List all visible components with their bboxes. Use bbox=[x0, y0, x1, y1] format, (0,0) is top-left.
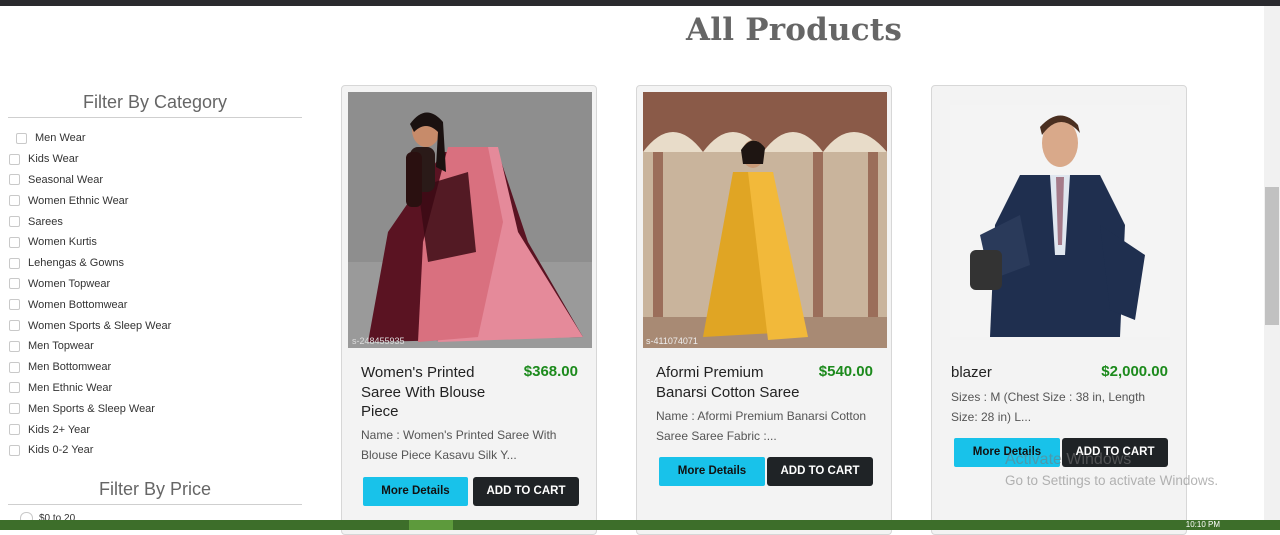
product-description: Sizes : M (Chest Size : 38 in, Length Si… bbox=[951, 390, 1146, 424]
product-image-saree-pink[interactable]: s-248455935 bbox=[348, 92, 592, 348]
category-label: Seasonal Wear bbox=[28, 173, 104, 186]
category-label: Lehengas & Gowns bbox=[28, 257, 125, 270]
product-price: $368.00 bbox=[523, 363, 578, 380]
add-to-cart-button[interactable]: ADD TO CART bbox=[473, 477, 579, 506]
product-image-blazer[interactable] bbox=[950, 105, 1170, 337]
category-checkbox[interactable] bbox=[9, 299, 20, 311]
category-option[interactable]: Kids 0-2 Year bbox=[9, 440, 171, 461]
category-checkbox[interactable] bbox=[16, 132, 27, 144]
product-description: Name : Women's Printed Saree With Blouse… bbox=[361, 428, 557, 462]
category-checkbox[interactable] bbox=[9, 320, 20, 332]
filter-price-title: Filter By Price bbox=[8, 479, 302, 505]
category-checkbox[interactable] bbox=[9, 340, 20, 352]
product-card: s-411074071 Aformi Premium Banarsi Cotto… bbox=[636, 85, 892, 535]
category-option[interactable]: Men Wear bbox=[9, 128, 171, 149]
category-checkbox[interactable] bbox=[9, 216, 20, 228]
category-option[interactable]: Women Topwear bbox=[9, 274, 171, 295]
category-checkbox[interactable] bbox=[9, 236, 20, 248]
activation-watermark-title: Activate Windows bbox=[1005, 451, 1132, 468]
taskbar-clock: 10:10 PM bbox=[1185, 520, 1220, 529]
category-label: Kids 0-2 Year bbox=[28, 444, 94, 457]
more-details-button[interactable]: More Details bbox=[659, 457, 765, 486]
saree-pink-caption: s-248455935 bbox=[352, 336, 405, 346]
scrollbar-thumb[interactable] bbox=[1265, 187, 1279, 325]
page-title: All Products bbox=[686, 12, 902, 48]
category-option[interactable]: Women Bottomwear bbox=[9, 294, 171, 315]
category-option[interactable]: Sarees bbox=[9, 211, 171, 232]
category-option[interactable]: Women Sports & Sleep Wear bbox=[9, 315, 171, 336]
category-option[interactable]: Women Ethnic Wear bbox=[9, 190, 171, 211]
product-name: Women's Printed Saree With Blouse Piece bbox=[361, 364, 486, 420]
category-option[interactable]: Men Ethnic Wear bbox=[9, 378, 171, 399]
category-checkbox[interactable] bbox=[9, 195, 20, 207]
category-checkbox[interactable] bbox=[9, 257, 20, 269]
category-label: Men Bottomwear bbox=[28, 361, 112, 374]
os-taskbar: 10:10 PM bbox=[0, 520, 1280, 530]
category-option[interactable]: Women Kurtis bbox=[9, 232, 171, 253]
category-checkbox[interactable] bbox=[9, 361, 20, 373]
product-card: s-248455935 Women's Printed Saree With B… bbox=[341, 85, 597, 535]
category-option[interactable]: Men Sports & Sleep Wear bbox=[9, 398, 171, 419]
category-option[interactable]: Seasonal Wear bbox=[9, 170, 171, 191]
category-label: Women Topwear bbox=[28, 277, 111, 290]
category-list: Men Wear Kids Wear Seasonal Wear Women Ethn… bbox=[9, 128, 171, 461]
more-details-button[interactable]: More Details bbox=[363, 477, 468, 506]
category-option[interactable]: Men Topwear bbox=[9, 336, 171, 357]
product-image-saree-yellow[interactable]: s-411074071 bbox=[643, 92, 887, 348]
add-to-cart-button[interactable]: ADD TO CART bbox=[767, 457, 873, 486]
taskbar-active-app[interactable] bbox=[409, 520, 453, 530]
category-option[interactable]: Men Bottomwear bbox=[9, 357, 171, 378]
category-label: Sarees bbox=[28, 215, 63, 228]
category-label: Men Wear bbox=[35, 132, 86, 145]
category-label: Women Sports & Sleep Wear bbox=[28, 319, 172, 332]
category-label: Men Sports & Sleep Wear bbox=[28, 402, 155, 415]
category-label: Women Bottomwear bbox=[28, 298, 128, 311]
category-label: Kids 2+ Year bbox=[28, 423, 91, 436]
category-checkbox[interactable] bbox=[9, 278, 20, 290]
product-price: $540.00 bbox=[818, 363, 873, 380]
category-checkbox[interactable] bbox=[9, 403, 20, 415]
product-price: $2,000.00 bbox=[1101, 363, 1168, 380]
saree-yellow-picture: s-411074071 bbox=[643, 92, 887, 348]
category-label: Women Ethnic Wear bbox=[28, 194, 129, 207]
product-description: Name : Aformi Premium Banarsi Cotton Sar… bbox=[656, 409, 867, 443]
category-label: Kids Wear bbox=[28, 153, 79, 166]
product-name: blazer bbox=[951, 364, 992, 381]
saree-yellow-caption: s-411074071 bbox=[646, 336, 698, 346]
product-name: Aformi Premium Banarsi Cotton Saree bbox=[656, 364, 800, 401]
category-checkbox[interactable] bbox=[9, 153, 20, 165]
filter-category-title: Filter By Category bbox=[8, 92, 302, 118]
category-checkbox[interactable] bbox=[9, 174, 20, 186]
category-checkbox[interactable] bbox=[9, 382, 20, 394]
category-label: Men Topwear bbox=[28, 340, 94, 353]
category-label: Women Kurtis bbox=[28, 236, 97, 249]
category-option[interactable]: Kids 2+ Year bbox=[9, 419, 171, 440]
category-label: Men Ethnic Wear bbox=[28, 381, 113, 394]
browser-top-bar bbox=[0, 0, 1280, 6]
category-checkbox[interactable] bbox=[9, 444, 20, 456]
blazer-picture bbox=[950, 105, 1170, 337]
activation-watermark-subtitle: Go to Settings to activate Windows. bbox=[1005, 473, 1219, 488]
saree-pink-picture: s-248455935 bbox=[348, 92, 592, 348]
category-option[interactable]: Lehengas & Gowns bbox=[9, 253, 171, 274]
category-option[interactable]: Kids Wear bbox=[9, 149, 171, 170]
category-checkbox[interactable] bbox=[9, 424, 20, 436]
